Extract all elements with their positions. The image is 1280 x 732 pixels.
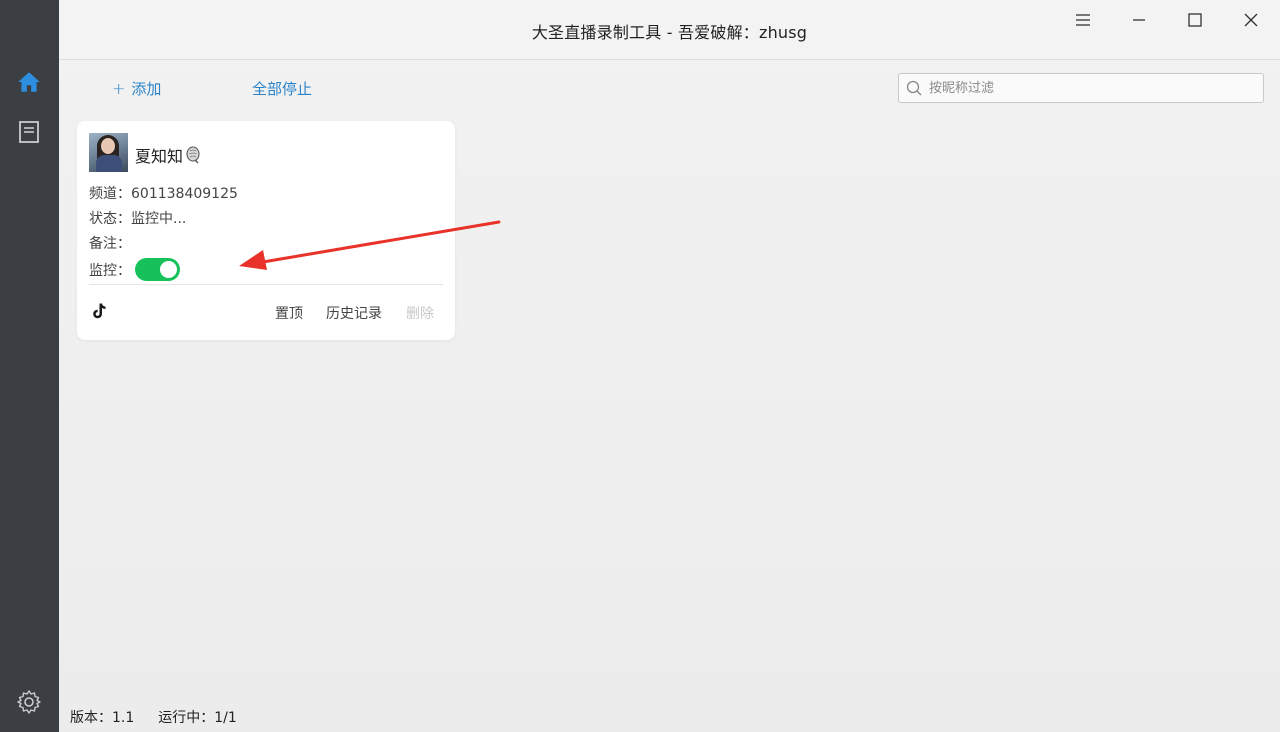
- close-icon: [1244, 13, 1258, 27]
- home-icon[interactable]: [16, 69, 42, 95]
- title-bar: 大圣直播录制工具 - 吾爱破解：zhusg: [59, 0, 1280, 60]
- add-button[interactable]: + 添加: [112, 78, 161, 99]
- status-label: 状态：: [89, 211, 131, 227]
- minimize-button[interactable]: [1119, 8, 1159, 32]
- search-box[interactable]: [898, 73, 1264, 103]
- search-icon: [899, 74, 929, 102]
- minimize-icon: [1133, 19, 1145, 21]
- document-icon[interactable]: [16, 119, 42, 145]
- microphone-icon: [186, 146, 200, 164]
- history-button[interactable]: 历史记录: [326, 303, 382, 323]
- status-value: 监控中...: [131, 211, 187, 227]
- maximize-icon: [1188, 13, 1202, 27]
- tiktok-icon: [90, 302, 108, 320]
- add-button-label: 添加: [131, 80, 162, 98]
- status-row: 状态：监控中...: [89, 208, 186, 228]
- annotation-arrow: [239, 220, 501, 270]
- delete-button[interactable]: 删除: [406, 303, 434, 323]
- version-text: 版本：1.1: [70, 710, 135, 726]
- main-area: 大圣直播录制工具 - 吾爱破解：zhusg + 添加 全部停止 夏知知: [59, 0, 1280, 732]
- monitor-label: 监控：: [89, 262, 131, 279]
- maximize-button[interactable]: [1175, 8, 1215, 32]
- stop-all-button[interactable]: 全部停止: [252, 78, 312, 99]
- channel-row: 频道：601138409125: [89, 183, 238, 203]
- menu-button[interactable]: [1063, 8, 1103, 32]
- search-input[interactable]: [929, 74, 1263, 102]
- close-button[interactable]: [1231, 8, 1271, 32]
- streamer-name: 夏知知: [135, 143, 201, 167]
- streamer-name-text: 夏知知: [135, 147, 184, 166]
- gear-icon[interactable]: [16, 689, 42, 715]
- monitor-toggle[interactable]: [135, 258, 180, 281]
- channel-label: 频道：: [89, 186, 131, 202]
- running-count: 运行中：1/1: [158, 710, 237, 726]
- status-bar: 版本：1.1 运行中：1/1: [70, 707, 237, 727]
- hamburger-icon: [1076, 14, 1090, 26]
- plus-icon: +: [112, 79, 126, 98]
- avatar[interactable]: [89, 133, 128, 172]
- note-row: 备注：: [89, 233, 131, 253]
- note-label: 备注：: [89, 236, 131, 252]
- channel-value: 601138409125: [131, 186, 238, 202]
- card-divider: [89, 284, 443, 285]
- sidebar: [0, 0, 59, 732]
- pin-button[interactable]: 置顶: [275, 303, 303, 323]
- monitor-row: 监控：: [89, 258, 180, 281]
